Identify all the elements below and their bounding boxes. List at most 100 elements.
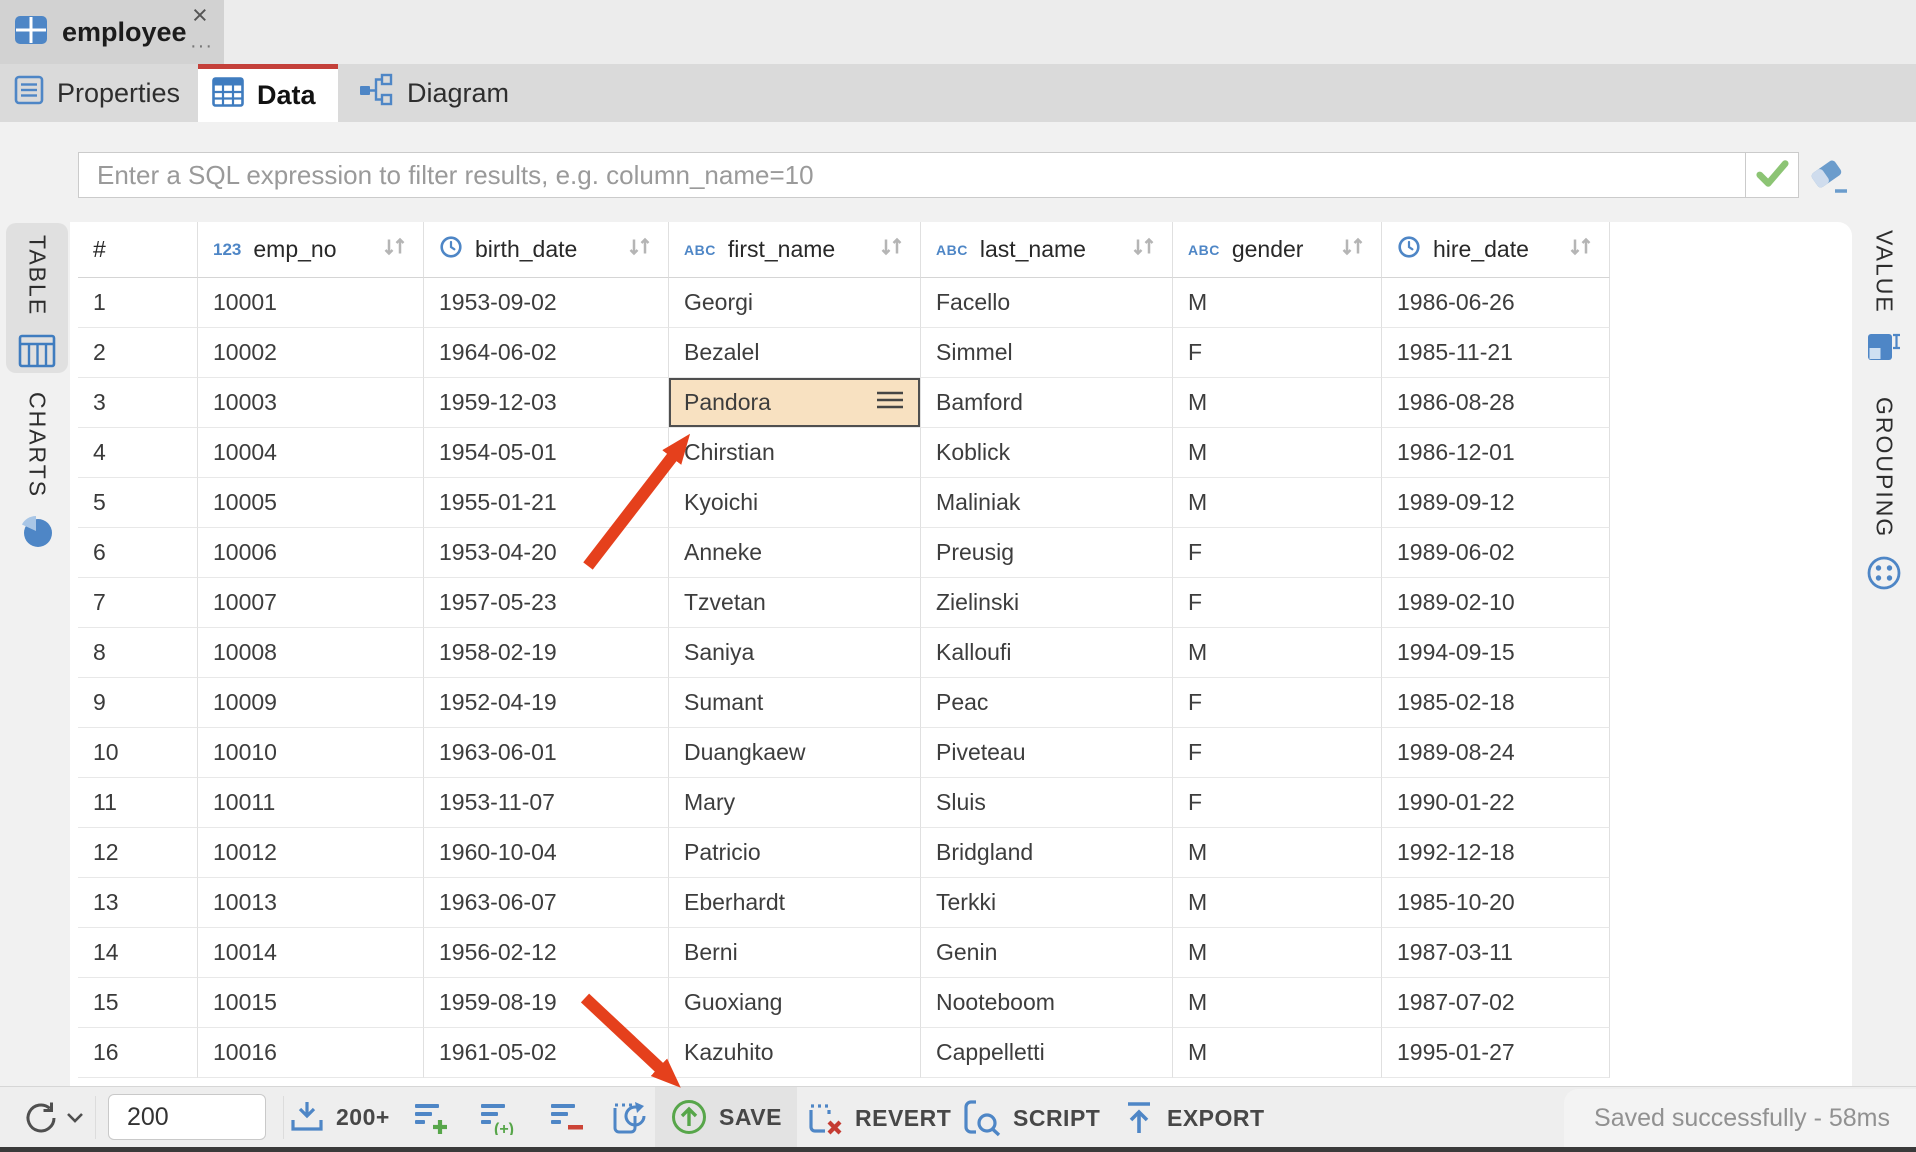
table-cell[interactable]: Koblick: [921, 428, 1173, 478]
column-header-first_name[interactable]: ABCfirst_name: [669, 222, 921, 278]
table-cell[interactable]: 1985-10-20: [1382, 878, 1610, 928]
table-cell[interactable]: Nooteboom: [921, 978, 1173, 1028]
table-cell[interactable]: 1987-03-11: [1382, 928, 1610, 978]
row-number-cell[interactable]: 3: [78, 378, 198, 428]
table-cell[interactable]: 1956-02-12: [424, 928, 669, 978]
table-cell[interactable]: 1960-10-04: [424, 828, 669, 878]
table-cell[interactable]: Bamford: [921, 378, 1173, 428]
apply-filter-button[interactable]: [1745, 152, 1799, 198]
row-number-cell[interactable]: 1: [78, 278, 198, 328]
table-cell[interactable]: 10006: [198, 528, 424, 578]
table-cell[interactable]: Bezalel: [669, 328, 921, 378]
table-cell[interactable]: F: [1173, 528, 1382, 578]
row-number-cell[interactable]: 11: [78, 778, 198, 828]
save-button[interactable]: SAVE: [655, 1087, 797, 1147]
table-cell[interactable]: Duangkaew: [669, 728, 921, 778]
table-cell[interactable]: Simmel: [921, 328, 1173, 378]
fetch-size-input[interactable]: [108, 1094, 266, 1140]
table-cell[interactable]: 1959-12-03: [424, 378, 669, 428]
table-cell[interactable]: M: [1173, 628, 1382, 678]
row-number-cell[interactable]: 6: [78, 528, 198, 578]
sidebar-item-charts[interactable]: CHARTS: [6, 392, 68, 552]
table-cell[interactable]: 10005: [198, 478, 424, 528]
duplicate-row-button[interactable]: (+): [479, 1101, 517, 1135]
table-cell[interactable]: F: [1173, 578, 1382, 628]
table-cell[interactable]: 10013: [198, 878, 424, 928]
table-cell[interactable]: 1953-09-02: [424, 278, 669, 328]
table-cell[interactable]: 1959-08-19: [424, 978, 669, 1028]
table-cell[interactable]: Terkki: [921, 878, 1173, 928]
table-cell[interactable]: F: [1173, 728, 1382, 778]
row-number-cell[interactable]: 13: [78, 878, 198, 928]
table-cell[interactable]: 10015: [198, 978, 424, 1028]
row-number-cell[interactable]: 12: [78, 828, 198, 878]
table-cell[interactable]: Eberhardt: [669, 878, 921, 928]
row-number-cell[interactable]: 9: [78, 678, 198, 728]
table-cell[interactable]: F: [1173, 328, 1382, 378]
table-cell[interactable]: 1963-06-07: [424, 878, 669, 928]
table-cell[interactable]: 10001: [198, 278, 424, 328]
row-number-cell[interactable]: 2: [78, 328, 198, 378]
table-cell[interactable]: Berni: [669, 928, 921, 978]
table-cell[interactable]: 1989-08-24: [1382, 728, 1610, 778]
table-cell[interactable]: M: [1173, 978, 1382, 1028]
table-cell[interactable]: 10010: [198, 728, 424, 778]
table-cell[interactable]: Saniya: [669, 628, 921, 678]
sidebar-item-value[interactable]: VALUE: [1856, 230, 1912, 370]
table-cell[interactable]: 10004: [198, 428, 424, 478]
table-cell[interactable]: 1986-12-01: [1382, 428, 1610, 478]
table-cell[interactable]: 1994-09-15: [1382, 628, 1610, 678]
add-row-button[interactable]: [413, 1101, 449, 1135]
table-cell[interactable]: M: [1173, 878, 1382, 928]
table-cell[interactable]: 10016: [198, 1028, 424, 1078]
table-cell[interactable]: M: [1173, 928, 1382, 978]
column-header-hire_date[interactable]: hire_date: [1382, 222, 1610, 278]
table-cell[interactable]: M: [1173, 828, 1382, 878]
close-icon[interactable]: ×: [192, 2, 208, 29]
sidebar-item-grouping[interactable]: GROUPING: [1856, 397, 1912, 589]
table-cell[interactable]: 1989-06-02: [1382, 528, 1610, 578]
table-cell[interactable]: M: [1173, 378, 1382, 428]
table-cell[interactable]: 1990-01-22: [1382, 778, 1610, 828]
table-cell[interactable]: Kazuhito: [669, 1028, 921, 1078]
row-number-cell[interactable]: 5: [78, 478, 198, 528]
table-cell[interactable]: M: [1173, 278, 1382, 328]
table-cell[interactable]: 1995-01-27: [1382, 1028, 1610, 1078]
table-cell[interactable]: 1955-01-21: [424, 478, 669, 528]
table-cell[interactable]: Piveteau: [921, 728, 1173, 778]
table-cell[interactable]: 10003: [198, 378, 424, 428]
row-number-cell[interactable]: 8: [78, 628, 198, 678]
table-cell[interactable]: Preusig: [921, 528, 1173, 578]
tab-diagram[interactable]: Diagram: [338, 64, 548, 122]
fetch-more-button[interactable]: 200+: [289, 1099, 390, 1135]
row-number-cell[interactable]: 10: [78, 728, 198, 778]
column-header-emp_no[interactable]: 123emp_no: [198, 222, 424, 278]
tab-data[interactable]: Data: [198, 64, 338, 122]
sql-filter-input[interactable]: [78, 152, 1746, 198]
table-cell[interactable]: Cappelletti: [921, 1028, 1173, 1078]
eraser-icon[interactable]: [1806, 155, 1852, 197]
row-number-cell[interactable]: 15: [78, 978, 198, 1028]
refresh-button[interactable]: [22, 1099, 84, 1137]
revert-button[interactable]: REVERT: [806, 1099, 951, 1137]
table-cell[interactable]: Anneke: [669, 528, 921, 578]
table-cell[interactable]: Guoxiang: [669, 978, 921, 1028]
table-cell[interactable]: 10014: [198, 928, 424, 978]
table-cell[interactable]: 10002: [198, 328, 424, 378]
tab-properties[interactable]: Properties: [0, 64, 198, 122]
table-cell[interactable]: Kyoichi: [669, 478, 921, 528]
row-number-cell[interactable]: 14: [78, 928, 198, 978]
table-cell[interactable]: 1989-02-10: [1382, 578, 1610, 628]
table-cell[interactable]: Genin: [921, 928, 1173, 978]
table-cell[interactable]: Peac: [921, 678, 1173, 728]
table-cell[interactable]: Sluis: [921, 778, 1173, 828]
table-cell[interactable]: Mary: [669, 778, 921, 828]
table-cell[interactable]: M: [1173, 1028, 1382, 1078]
table-cell[interactable]: 1989-09-12: [1382, 478, 1610, 528]
table-cell[interactable]: Chirstian: [669, 428, 921, 478]
table-cell[interactable]: 1953-11-07: [424, 778, 669, 828]
row-number-cell[interactable]: 16: [78, 1028, 198, 1078]
table-cell[interactable]: Maliniak: [921, 478, 1173, 528]
table-cell[interactable]: 1958-02-19: [424, 628, 669, 678]
table-cell[interactable]: 10009: [198, 678, 424, 728]
